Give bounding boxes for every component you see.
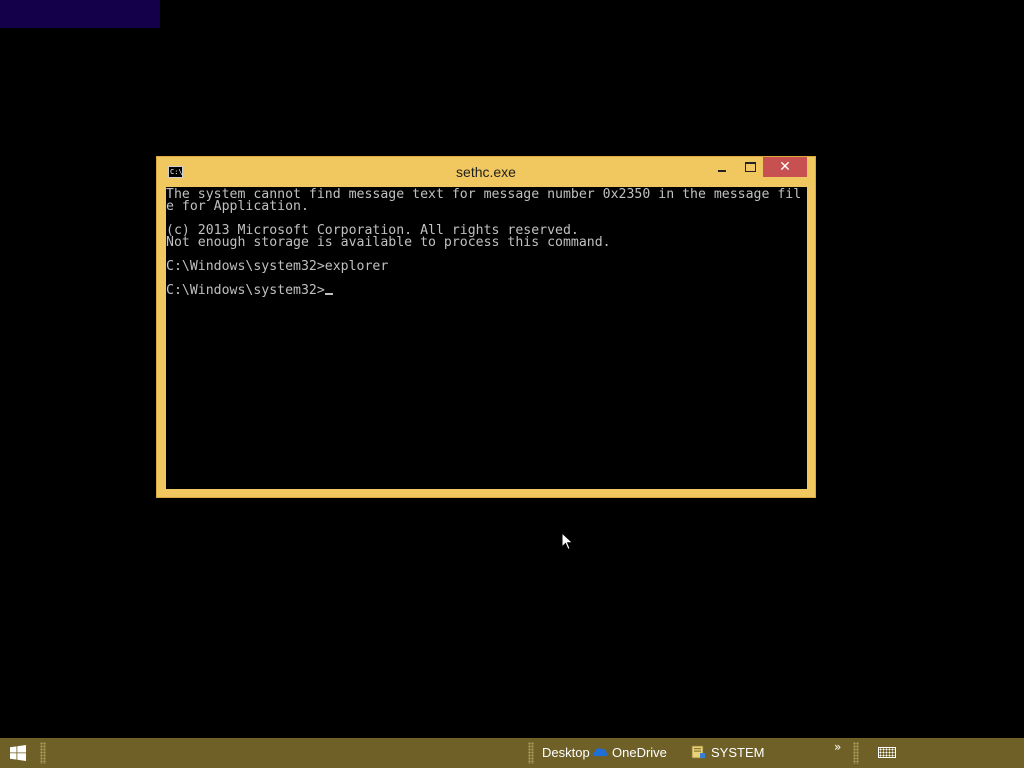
keyboard-icon[interactable] (878, 747, 896, 758)
minimize-icon (718, 170, 726, 172)
system-folder-label[interactable]: SYSTEM (711, 745, 764, 760)
taskbar: Desktop OneDrive SYSTEM (0, 738, 1024, 768)
console-output[interactable]: The system cannot find message text for … (166, 187, 807, 489)
console-line: e for Application. (166, 199, 309, 214)
title-bar[interactable]: C:\. sethc.exe ✕ (157, 157, 815, 187)
tray-grip[interactable] (853, 742, 859, 764)
toolbar-grip[interactable] (528, 742, 534, 764)
desktop-toolbar-label[interactable]: Desktop (542, 745, 590, 760)
corner-block (0, 0, 160, 28)
onedrive-cloud-icon[interactable] (592, 746, 608, 756)
console-text: The system cannot find message text for … (166, 187, 807, 297)
maximize-icon (744, 162, 756, 172)
windows-logo-icon[interactable] (10, 745, 26, 761)
console-line: C:\Windows\system32>explorer (166, 259, 389, 274)
folder-icon[interactable] (691, 744, 706, 759)
onedrive-label[interactable]: OneDrive (612, 745, 667, 760)
mouse-pointer-icon (561, 532, 574, 551)
close-icon: ✕ (779, 159, 791, 175)
console-prompt: C:\Windows\system32> (166, 283, 325, 298)
close-button[interactable]: ✕ (763, 157, 807, 177)
console-line: Not enough storage is available to proce… (166, 235, 611, 250)
maximize-button[interactable] (737, 157, 763, 177)
taskbar-grip[interactable] (40, 742, 46, 764)
desktop: C:\. sethc.exe ✕ The system cannot find … (0, 0, 1024, 738)
cmd-window[interactable]: C:\. sethc.exe ✕ The system cannot find … (156, 156, 816, 498)
toolbar-chevron-icon[interactable]: » (834, 740, 841, 754)
text-cursor (324, 293, 333, 295)
minimize-button[interactable] (709, 157, 735, 177)
